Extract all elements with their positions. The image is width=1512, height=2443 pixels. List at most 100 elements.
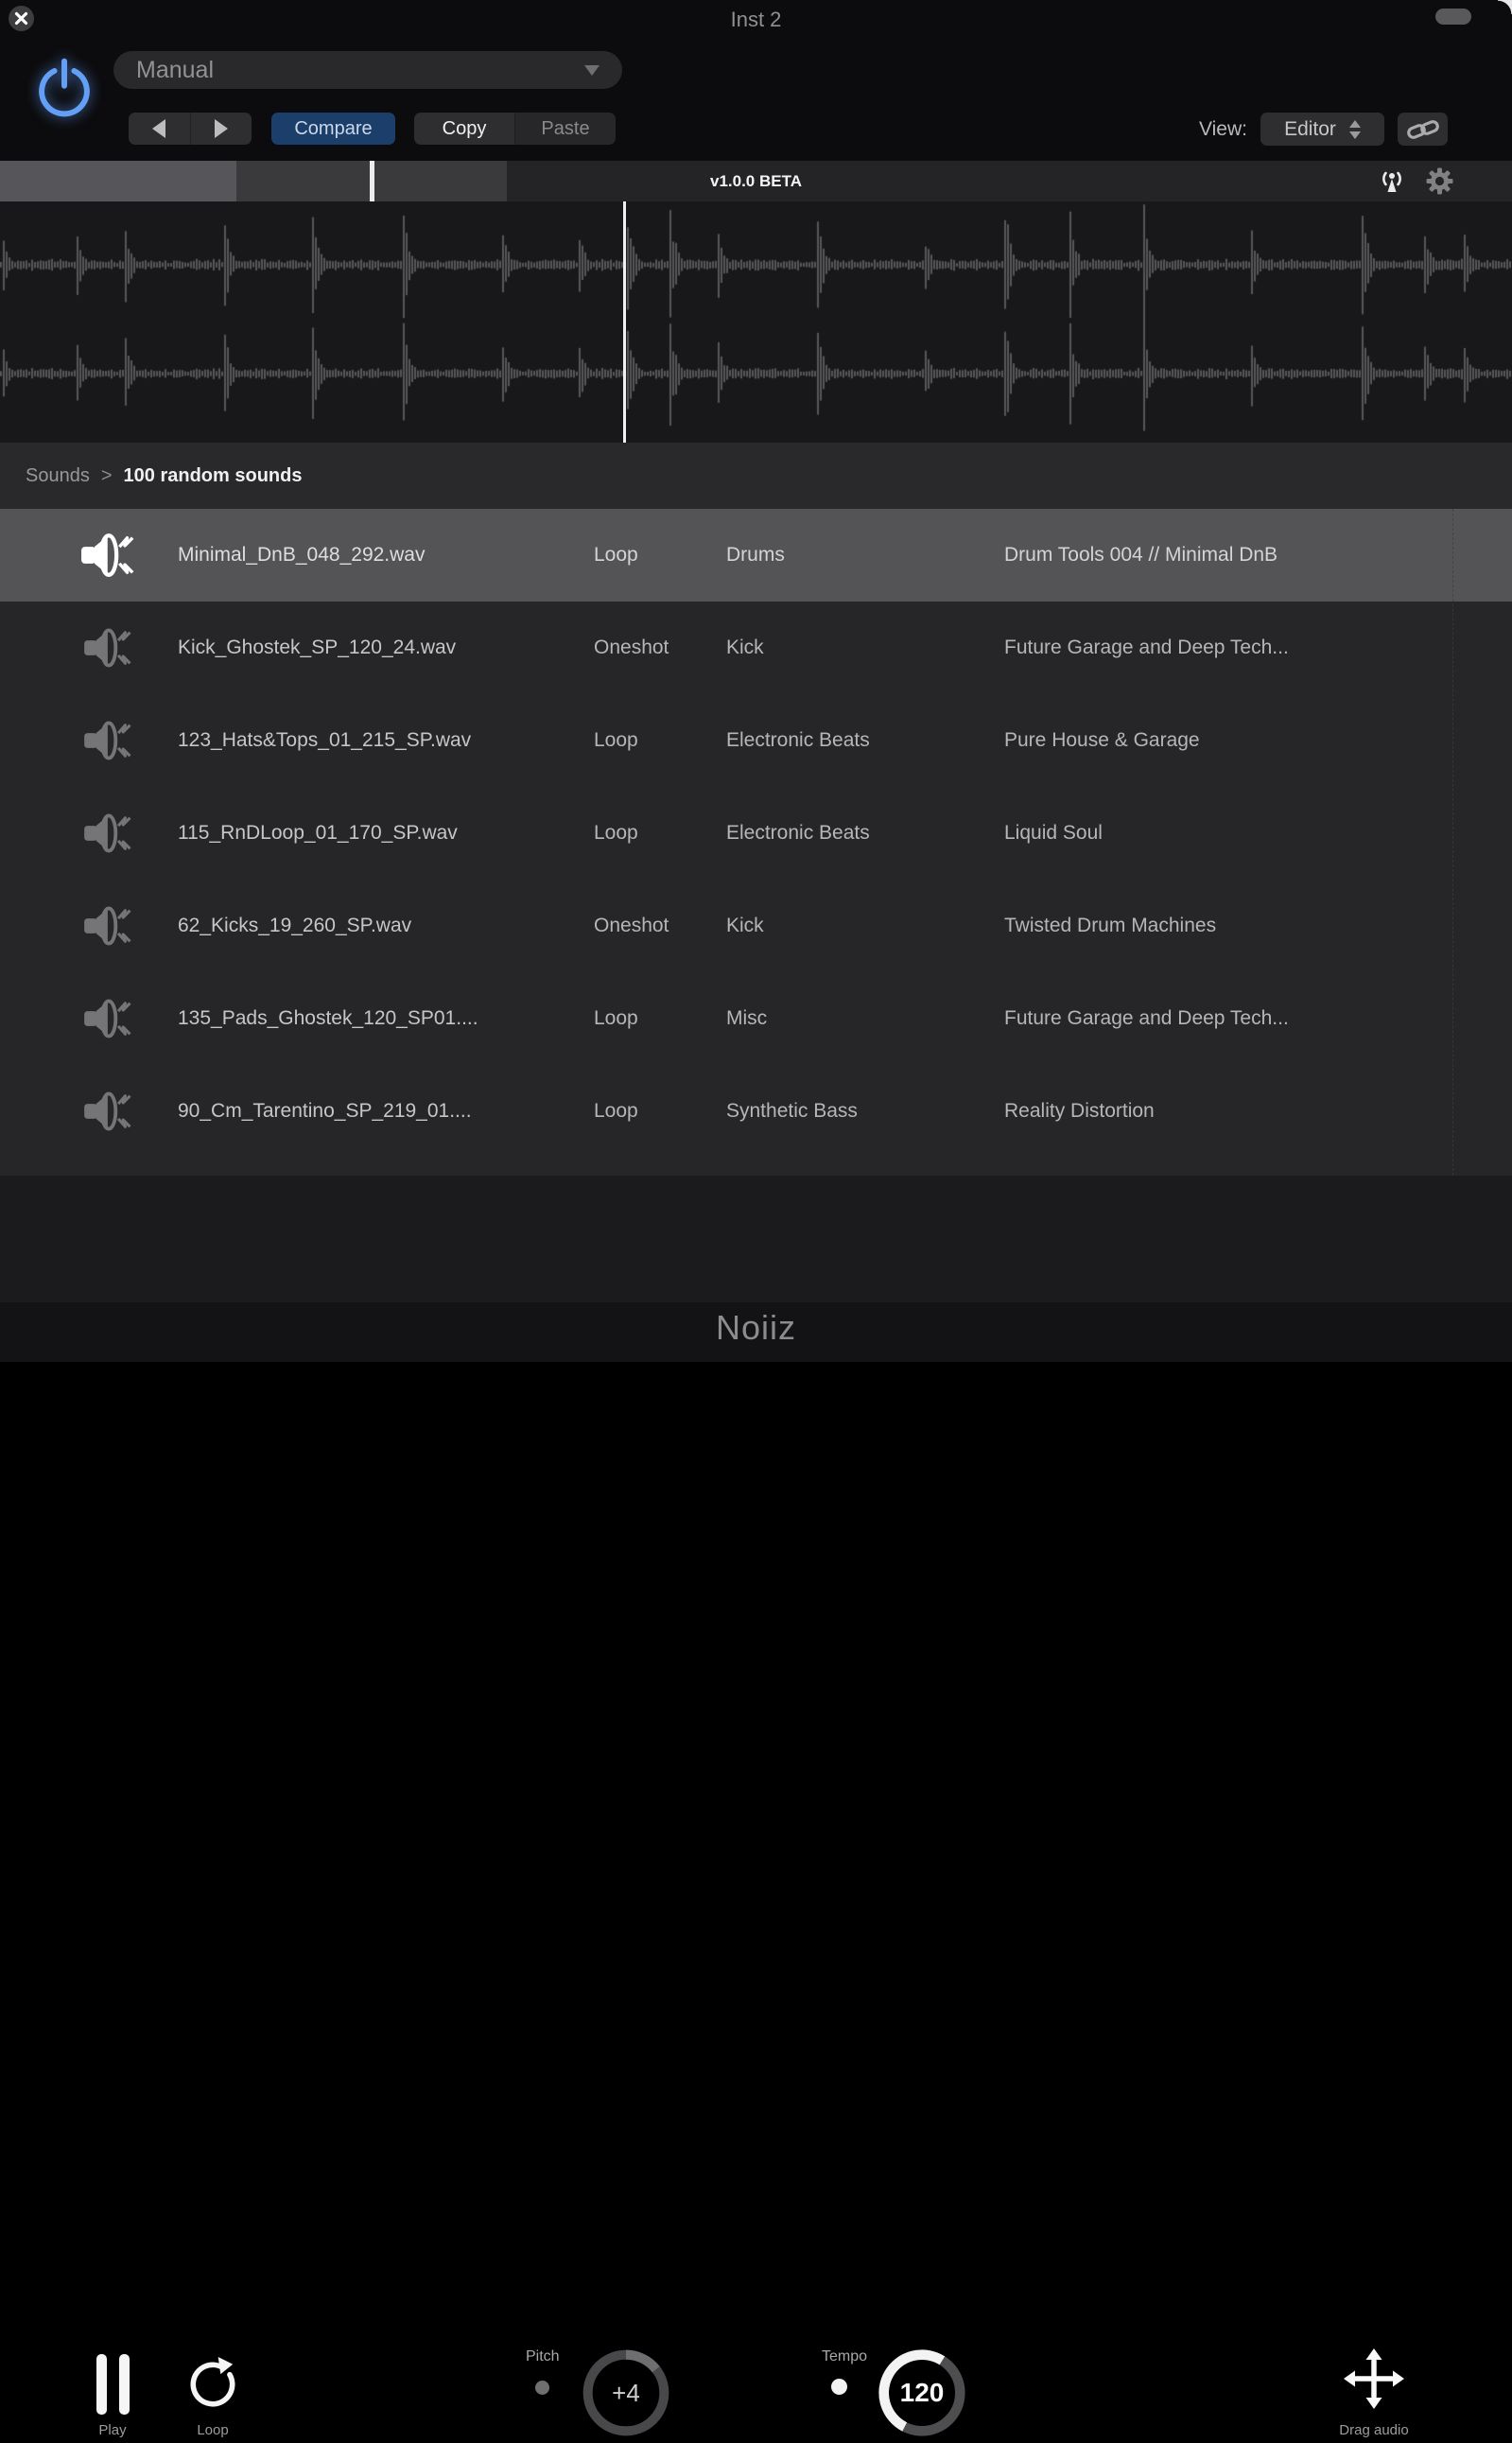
link-icon xyxy=(1406,119,1439,139)
tempo-label: Tempo xyxy=(822,2348,868,2364)
sound-filename: Minimal_DnB_048_292.wav xyxy=(178,544,426,566)
footer: Noiiz xyxy=(0,1302,1512,1362)
sound-filename: 123_Hats&Tops_01_215_SP.wav xyxy=(178,729,472,751)
sound-category: Synthetic Bass xyxy=(726,1100,858,1122)
sound-type: Loop xyxy=(594,1100,638,1122)
sound-pack: Future Garage and Deep Tech... xyxy=(1004,1007,1289,1029)
sound-pack: Twisted Drum Machines xyxy=(1004,915,1217,936)
sound-filename: 115_RnDLoop_01_170_SP.wav xyxy=(178,822,458,844)
preset-dropdown[interactable]: Manual xyxy=(113,51,622,89)
sound-filename: 90_Cm_Tarentino_SP_219_01.... xyxy=(178,1100,472,1122)
version-label: v1.0.0 BETA xyxy=(709,171,802,190)
sound-filename: 135_Pads_Ghostek_120_SP01.... xyxy=(178,1007,478,1029)
sound-pack: Liquid Soul xyxy=(1004,822,1103,844)
view-group: View: Editor xyxy=(1199,113,1448,146)
sound-row[interactable]: 135_Pads_Ghostek_120_SP01.... Loop Misc … xyxy=(0,972,1512,1065)
window-corner xyxy=(1498,0,1512,14)
waveform-playhead[interactable] xyxy=(623,201,626,443)
prev-preset-button[interactable] xyxy=(129,113,190,145)
broadcast-icon[interactable] xyxy=(1377,166,1407,197)
sound-category: Kick xyxy=(726,637,764,658)
window-handle-pill[interactable] xyxy=(1435,9,1471,25)
pause-icon xyxy=(119,2354,130,2415)
sound-category: Kick xyxy=(726,915,764,936)
sound-pack: Pure House & Garage xyxy=(1004,729,1200,751)
arrow-right-icon xyxy=(214,119,228,138)
move-arrows-icon xyxy=(1353,2358,1395,2399)
loop-button[interactable] xyxy=(185,2355,240,2412)
sound-row[interactable]: 115_RnDLoop_01_170_SP.wav Loop Electroni… xyxy=(0,787,1512,880)
window-title: Inst 2 xyxy=(730,8,782,31)
overview-strip[interactable]: v1.0.0 BETA xyxy=(0,161,1512,201)
tempo-knob[interactable]: 120 xyxy=(877,2347,967,2438)
next-preset-button[interactable] xyxy=(191,113,252,145)
sound-type: Oneshot xyxy=(594,637,669,658)
speaker-icon[interactable] xyxy=(83,904,134,948)
sound-type: Loop xyxy=(594,1007,638,1029)
tempo-value: 120 xyxy=(899,2378,945,2407)
sound-row[interactable]: 62_Kicks_19_260_SP.wav Oneshot Kick Twis… xyxy=(0,880,1512,972)
pause-icon xyxy=(96,2354,107,2415)
breadcrumb-root[interactable]: Sounds xyxy=(26,465,90,487)
sound-category: Electronic Beats xyxy=(726,822,870,844)
plugin-header: Inst 2 Manual Compare Copy Paste View: E… xyxy=(0,0,1512,161)
sound-type: Loop xyxy=(594,729,638,751)
pitch-knob[interactable]: +4 xyxy=(581,2347,671,2438)
sound-type: Loop xyxy=(594,544,638,566)
plugin-window: Inst 2 Manual Compare Copy Paste View: E… xyxy=(0,0,1512,2438)
tempo-enable-dot[interactable] xyxy=(831,2379,847,2395)
speaker-icon[interactable] xyxy=(83,626,134,670)
arrow-left-icon xyxy=(152,119,166,138)
transport-bar: Play Loop Pitch +4 Tempo 120 Drag audio xyxy=(0,1176,1512,2438)
compare-button[interactable]: Compare xyxy=(271,113,395,145)
sound-filename: 62_Kicks_19_260_SP.wav xyxy=(178,915,412,936)
sound-row[interactable]: Minimal_DnB_048_292.wav Loop Drums Drum … xyxy=(0,509,1512,602)
copy-button[interactable]: Copy xyxy=(414,113,514,145)
pitch-value: +4 xyxy=(612,2378,640,2407)
sound-type: Loop xyxy=(594,822,638,844)
pitch-enable-dot[interactable] xyxy=(535,2381,549,2395)
sound-pack: Reality Distortion xyxy=(1004,1100,1155,1122)
speaker-icon[interactable] xyxy=(80,531,137,580)
breadcrumb: Sounds > 100 random sounds xyxy=(0,443,1512,509)
speaker-icon[interactable] xyxy=(83,719,134,762)
sound-category: Drums xyxy=(726,544,785,566)
copy-paste-group: Copy Paste xyxy=(414,113,616,145)
sound-pack: Future Garage and Deep Tech... xyxy=(1004,637,1289,658)
loop-label: Loop xyxy=(197,2422,229,2438)
waveform-display[interactable] xyxy=(0,201,1512,443)
pitch-label: Pitch xyxy=(526,2348,560,2364)
breadcrumb-current: 100 random sounds xyxy=(123,464,303,486)
paste-button[interactable]: Paste xyxy=(514,113,616,145)
sound-row[interactable]: Kick_Ghostek_SP_120_24.wav Oneshot Kick … xyxy=(0,602,1512,694)
play-button[interactable] xyxy=(96,2354,130,2415)
drag-audio-handle[interactable] xyxy=(1344,2347,1404,2410)
speaker-icon[interactable] xyxy=(83,997,134,1040)
up-down-stepper-icon xyxy=(1348,119,1361,139)
sound-pack: Drum Tools 004 // Minimal DnB xyxy=(1004,544,1278,566)
speaker-icon[interactable] xyxy=(83,1090,134,1133)
speaker-icon[interactable] xyxy=(83,811,134,855)
sound-list: Minimal_DnB_048_292.wav Loop Drums Drum … xyxy=(0,509,1512,1176)
sound-category: Electronic Beats xyxy=(726,729,870,751)
preset-value: Manual xyxy=(136,56,214,83)
view-label: View: xyxy=(1199,117,1247,140)
sound-category: Misc xyxy=(726,1007,768,1029)
chevron-down-icon xyxy=(584,64,600,76)
brand-logo: Noiiz xyxy=(715,1308,796,1347)
sound-row[interactable]: 123_Hats&Tops_01_215_SP.wav Loop Electro… xyxy=(0,694,1512,787)
loop-arrow-icon xyxy=(190,2362,235,2407)
gear-icon[interactable] xyxy=(1426,167,1453,195)
sound-row[interactable]: 90_Cm_Tarentino_SP_219_01.... Loop Synth… xyxy=(0,1065,1512,1158)
view-mode-dropdown[interactable]: Editor xyxy=(1260,113,1384,146)
preset-nav xyxy=(129,113,252,145)
play-label: Play xyxy=(98,2422,127,2438)
view-mode-value: Editor xyxy=(1284,117,1336,140)
power-button[interactable] xyxy=(28,53,100,125)
drag-audio-label: Drag audio xyxy=(1339,2422,1409,2438)
link-button[interactable] xyxy=(1398,113,1448,146)
sound-filename: Kick_Ghostek_SP_120_24.wav xyxy=(178,637,457,658)
column-guide xyxy=(1452,509,1453,1176)
sound-type: Oneshot xyxy=(594,915,669,936)
breadcrumb-separator: > xyxy=(100,464,113,486)
